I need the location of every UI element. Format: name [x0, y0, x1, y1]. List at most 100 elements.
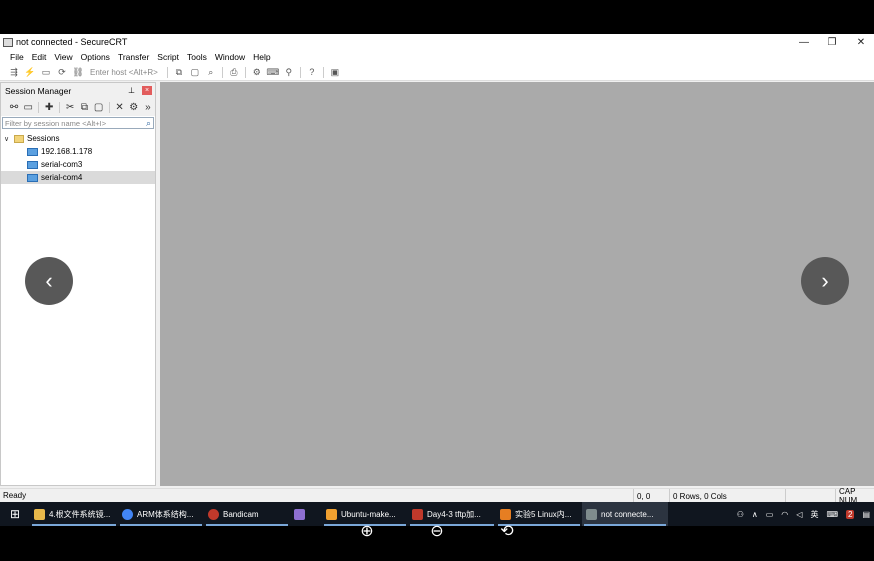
wifi-icon[interactable]: ◠ — [781, 510, 788, 519]
close-button[interactable]: ✕ — [846, 34, 874, 50]
status-cursor-position: 0, 0 — [633, 489, 669, 503]
tree-item-label: serial-com3 — [41, 160, 83, 169]
find-icon[interactable]: ⌕ — [205, 66, 217, 78]
restore-button[interactable]: ❐ — [817, 34, 847, 50]
connect-icon[interactable]: ⇶ — [8, 66, 20, 78]
tree-item-session[interactable]: serial-com3 — [1, 158, 155, 171]
system-tray: ⚇ ∧ ▭ ◠ ◁ 英 ⌨ 2 ▤ — [733, 502, 874, 526]
session-manager-close-button[interactable]: × — [142, 86, 152, 95]
taskbar-item[interactable]: Bandicam — [204, 502, 290, 526]
taskbar-item-label: Day4-3 tftp加... — [427, 509, 481, 519]
properties-icon[interactable]: ⚙ — [129, 101, 139, 113]
status-ready: Ready — [3, 491, 27, 500]
status-position-text: 0, 0 — [637, 491, 651, 501]
windows-start-icon[interactable]: ⊞ — [0, 502, 30, 526]
sftp-icon[interactable]: ⚲ — [283, 66, 295, 78]
keymap-icon[interactable]: ⌨ — [266, 66, 279, 78]
action-center-icon[interactable]: ▤ — [862, 510, 870, 519]
tree-item-label: serial-com4 — [41, 173, 83, 182]
session-manager-header: Session Manager ⊥ × — [1, 83, 155, 98]
session-manager-title: Session Manager — [5, 85, 72, 96]
toolbar-separator — [221, 66, 223, 78]
menu-options[interactable]: Options — [81, 52, 110, 62]
disconnect-icon[interactable]: ⛓ — [72, 66, 84, 78]
securecrt-window: not connected - SecureCRT — ❐ ✕ File Edi… — [0, 34, 874, 505]
taskbar-item[interactable]: Day4-3 tftp加... — [408, 502, 496, 526]
status-empty-cell — [785, 489, 835, 503]
zoom-in-icon[interactable]: ⊕ — [357, 521, 377, 541]
new-tab-icon[interactable]: ▭ — [23, 101, 33, 113]
bandicam-icon — [208, 508, 219, 520]
people-icon[interactable]: ⚇ — [737, 510, 744, 519]
app-icon — [294, 508, 305, 520]
status-size-text: 0 Rows, 0 Cols — [673, 491, 727, 501]
session-filter-input[interactable]: Filter by session name <Alt+I> ⌕ — [2, 117, 154, 129]
ime-indicator[interactable]: 英 — [810, 509, 818, 520]
taskbar-item-active[interactable]: not connecte... — [582, 502, 668, 526]
pin-icon[interactable]: ⊥ — [128, 86, 135, 95]
tree-item-session[interactable]: 192.168.1.178 — [1, 145, 155, 158]
quick-connect-icon[interactable]: ⚡ — [24, 66, 36, 78]
notification-badge[interactable]: 2 — [845, 509, 855, 519]
delete-icon[interactable]: ✕ — [114, 101, 124, 113]
chevron-down-icon[interactable]: ∨ — [4, 135, 12, 143]
previous-button[interactable]: ‹ — [25, 257, 73, 305]
taskbar-item-label: not connecte... — [601, 509, 654, 519]
cut-icon[interactable]: ✂ — [65, 101, 75, 113]
add-session-icon[interactable]: ✚ — [44, 101, 54, 113]
reconnect-icon[interactable]: ⟳ — [56, 66, 68, 78]
session-tree: ∨ Sessions 192.168.1.178 serial-com3 ser… — [1, 130, 155, 184]
terminal-workspace[interactable] — [160, 82, 874, 486]
status-caps-num: CAP NUM — [835, 487, 874, 505]
minimize-button[interactable]: — — [789, 34, 819, 50]
link-icon[interactable]: ⚯ — [9, 101, 19, 113]
taskbar-item-label: 4.根文件系统镜... — [49, 509, 111, 519]
folder-icon — [14, 134, 24, 143]
paste-icon[interactable]: ▢ — [93, 101, 103, 113]
keyboard-icon[interactable]: ⌨ — [826, 510, 838, 519]
menu-tools[interactable]: Tools — [187, 52, 207, 62]
taskbar-item[interactable] — [290, 502, 322, 526]
taskbar-item[interactable]: ARM体系结构... — [118, 502, 204, 526]
securecrt-icon — [586, 508, 597, 520]
menu-file[interactable]: File — [10, 52, 24, 62]
tree-item-label: 192.168.1.178 — [41, 147, 93, 156]
help-icon[interactable]: ? — [306, 66, 318, 78]
menu-help[interactable]: Help — [253, 52, 270, 62]
toolbar-separator — [166, 66, 168, 78]
monitor-icon — [27, 147, 38, 156]
copy-icon[interactable]: ⧉ — [173, 66, 185, 78]
tree-folder-sessions[interactable]: ∨ Sessions — [1, 132, 155, 145]
copy-icon[interactable]: ⧉ — [79, 101, 89, 113]
battery-icon[interactable]: ▭ — [766, 510, 774, 519]
toolbar-separator — [322, 66, 324, 78]
settings-icon[interactable]: ⚙ — [251, 66, 263, 78]
toolbar-separator — [244, 66, 246, 78]
folder-icon — [34, 508, 45, 520]
document-icon — [500, 508, 511, 520]
overflow-icon[interactable]: » — [143, 101, 153, 113]
taskbar-item-label: 实验5 Linux内... — [515, 509, 572, 519]
connect-tab-icon[interactable]: ▭ — [40, 66, 52, 78]
rotate-icon[interactable]: ⟲ — [497, 521, 517, 541]
menu-edit[interactable]: Edit — [32, 52, 47, 62]
menu-window[interactable]: Window — [215, 52, 245, 62]
menu-view[interactable]: View — [54, 52, 72, 62]
zoom-out-icon[interactable]: ⊖ — [427, 521, 447, 541]
menu-transfer[interactable]: Transfer — [118, 52, 149, 62]
status-terminal-size: 0 Rows, 0 Cols — [669, 489, 785, 503]
volume-icon[interactable]: ◁ — [796, 510, 802, 519]
chevron-up-icon[interactable]: ∧ — [752, 510, 758, 519]
taskbar-item[interactable]: 4.根文件系统镜... — [30, 502, 118, 526]
securecrt-app-icon — [3, 37, 13, 47]
paste-icon[interactable]: ▢ — [189, 66, 201, 78]
toolbar-separator — [38, 101, 40, 113]
search-icon[interactable]: ⌕ — [146, 118, 151, 129]
host-input[interactable]: Enter host <Alt+R> — [90, 68, 158, 77]
session-options-icon[interactable]: ▣ — [329, 66, 341, 78]
menu-bar: File Edit View Options Transfer Script T… — [0, 50, 874, 64]
next-button[interactable]: › — [801, 257, 849, 305]
menu-script[interactable]: Script — [157, 52, 179, 62]
print-icon[interactable]: ⎙ — [228, 66, 240, 78]
tree-item-session-selected[interactable]: serial-com4 — [1, 171, 155, 184]
